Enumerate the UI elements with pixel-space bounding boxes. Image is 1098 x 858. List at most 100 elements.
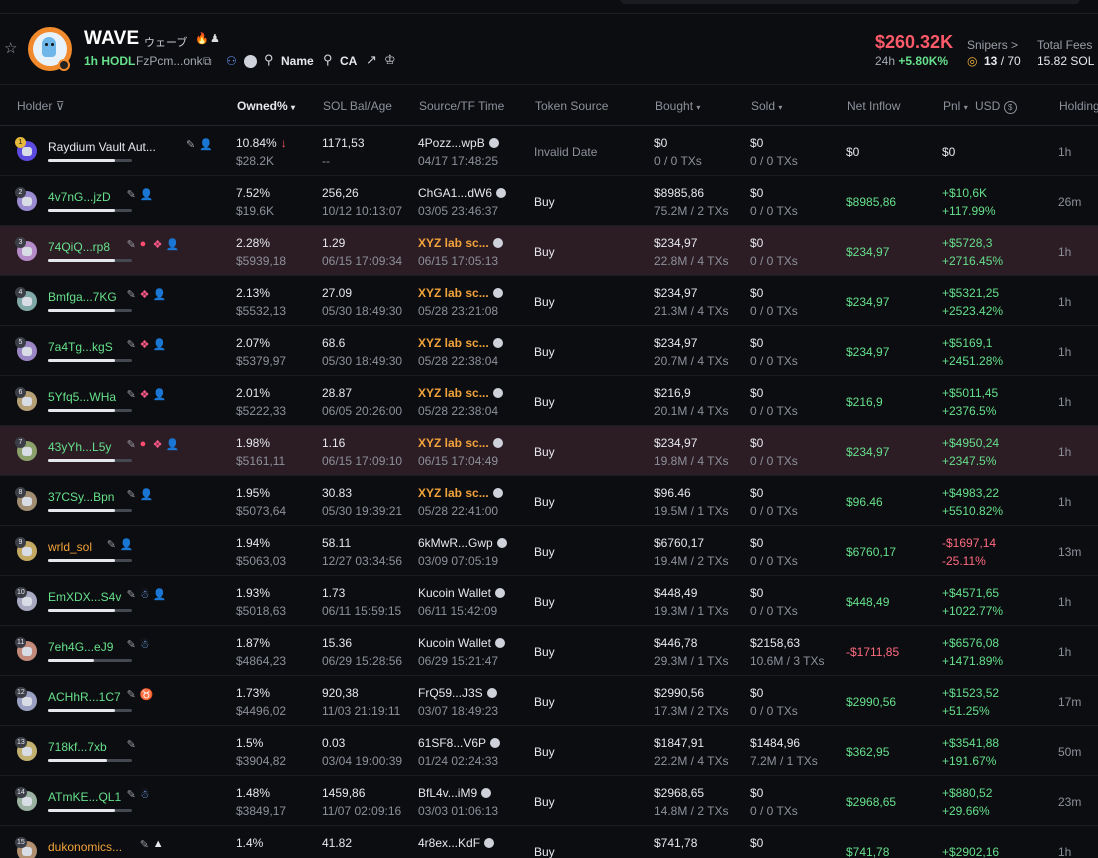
table-row[interactable]: 11 7eh4G...eJ9 ✎ ☃ 1.87% $4864,23 15.36 0…: [0, 626, 1098, 676]
holder-address[interactable]: 37CSy...Bpn: [48, 490, 114, 504]
bundle-icon[interactable]: ⚇: [226, 54, 237, 68]
table-row[interactable]: 12 ACHhR...1C7 ✎ ♉ 1.73% $4496,02 920,38 …: [0, 676, 1098, 726]
search-name-button[interactable]: Name: [281, 54, 314, 68]
solscan-icon[interactable]: [244, 55, 257, 68]
col-sol-bal[interactable]: SOL Bal/Age: [323, 99, 392, 113]
crown-icon[interactable]: ♔: [384, 52, 396, 68]
token-address[interactable]: FzPcm...onk: [136, 54, 203, 68]
holder-address[interactable]: 74QiQ...rp8: [48, 240, 110, 254]
user-icon[interactable]: 👤: [120, 538, 134, 551]
col-net-inflow[interactable]: Net Inflow: [847, 99, 900, 113]
edit-icon[interactable]: ✎: [127, 688, 136, 701]
copy-icon[interactable]: ⧉: [203, 54, 212, 69]
edit-icon[interactable]: ✎: [127, 488, 136, 501]
funding-source[interactable]: Kucoin Wallet: [418, 586, 505, 600]
holder-address[interactable]: 7a4Tg...kgS: [48, 340, 113, 354]
layers-icon[interactable]: ❖: [140, 288, 150, 301]
snipers-link[interactable]: Snipers >: [967, 38, 1018, 52]
table-row[interactable]: 5 7a4Tg...kgS ✎ ❖ 👤 2.07% $5379,97 68.6 05…: [0, 326, 1098, 376]
edit-icon[interactable]: ✎: [127, 238, 136, 251]
table-row[interactable]: 8 37CSy...Bpn ✎ 👤 1.95% $5073,64 30.83 05…: [0, 476, 1098, 526]
warning-icon[interactable]: ●: [140, 438, 147, 450]
usd-toggle[interactable]: USD $: [975, 99, 1017, 114]
user-icon[interactable]: 👤: [140, 188, 154, 201]
holder-address[interactable]: 4v7nG...jzD: [48, 190, 111, 204]
holder-address[interactable]: 5Yfq5...WHa: [48, 390, 116, 404]
funding-source[interactable]: ChGA1...dW6: [418, 186, 507, 200]
ghost-icon[interactable]: ☃: [140, 788, 150, 801]
holder-address[interactable]: 718kf...7xb: [48, 740, 107, 754]
edit-icon[interactable]: ✎: [127, 788, 136, 801]
col-sold[interactable]: Sold ▾: [751, 99, 782, 113]
holder-address[interactable]: Bmfga...7KG: [48, 290, 117, 304]
layers-icon[interactable]: ❖: [153, 438, 163, 451]
col-holder[interactable]: Holder ⊽: [17, 99, 65, 113]
col-source[interactable]: Source/TF Time: [419, 99, 504, 113]
table-row[interactable]: 4 Bmfga...7KG ✎ ❖ 👤 2.13% $5532,13 27.09 0…: [0, 276, 1098, 326]
edit-icon[interactable]: ✎: [127, 288, 136, 301]
ghost-icon[interactable]: ☃: [140, 588, 150, 601]
layers-icon[interactable]: ❖: [140, 388, 150, 401]
holder-address[interactable]: Raydium Vault Aut...: [48, 140, 156, 154]
funding-source[interactable]: 4Pozz...wpB: [418, 136, 499, 150]
col-owned[interactable]: Owned% ▾: [237, 99, 295, 113]
table-row[interactable]: 1 Raydium Vault Aut... ✎ 👤 10.84% ↓ $28.2K…: [0, 126, 1098, 176]
triangle-icon[interactable]: ▲: [153, 838, 164, 850]
col-holding[interactable]: Holding: [1059, 99, 1098, 113]
edit-icon[interactable]: ✎: [127, 188, 136, 201]
external-link-icon[interactable]: ↗: [366, 52, 377, 68]
edit-icon[interactable]: ✎: [186, 138, 195, 151]
search-ca-icon[interactable]: ⚲: [323, 52, 333, 68]
funding-source[interactable]: XYZ lab sc...: [418, 236, 503, 250]
funding-source[interactable]: BfL4v...iM9: [418, 786, 492, 800]
search-name-icon[interactable]: ⚲: [264, 52, 274, 68]
table-row[interactable]: 6 5Yfq5...WHa ✎ ❖ 👤 2.01% $5222,33 28.87 0…: [0, 376, 1098, 426]
edit-icon[interactable]: ✎: [127, 638, 136, 651]
table-row[interactable]: 3 74QiQ...rp8 ✎ ● ❖ 👤 2.28% $5939,18 1.29 0…: [0, 226, 1098, 276]
star-icon[interactable]: ☆: [4, 41, 20, 57]
holder-address[interactable]: EmXDX...S4v: [48, 590, 121, 604]
table-row[interactable]: 9 wrld_sol ✎ 👤 1.94% $5063,03 58.11 12/27…: [0, 526, 1098, 576]
table-row[interactable]: 2 4v7nG...jzD ✎ 👤 7.52% $19.6K 256,26 10/…: [0, 176, 1098, 226]
ghost-icon[interactable]: ☃: [140, 638, 150, 651]
table-row[interactable]: 7 43yYh...L5y ✎ ● ❖ 👤 1.98% $5161,11 1.16 0…: [0, 426, 1098, 476]
table-row[interactable]: 14 ATmKE...QL1 ✎ ☃ 1.48% $3849,17 1459,86…: [0, 776, 1098, 826]
edit-icon[interactable]: ✎: [107, 538, 116, 551]
holder-address[interactable]: ATmKE...QL1: [48, 790, 121, 804]
holder-address[interactable]: dukonomics...: [48, 840, 122, 854]
edit-icon[interactable]: ✎: [127, 588, 136, 601]
holder-address[interactable]: ACHhR...1C7: [48, 690, 121, 704]
holder-address[interactable]: 7eh4G...eJ9: [48, 640, 113, 654]
bull-icon[interactable]: ♉: [140, 688, 154, 701]
funding-source[interactable]: 4r8ex...KdF: [418, 836, 495, 850]
funding-source[interactable]: FrQ59...J3S: [418, 686, 497, 700]
col-bought[interactable]: Bought ▾: [655, 99, 700, 113]
funding-source[interactable]: XYZ lab sc...: [418, 386, 503, 400]
user-icon[interactable]: 👤: [166, 238, 180, 251]
user-icon[interactable]: 👤: [140, 488, 154, 501]
top-search-bar[interactable]: [620, 0, 1080, 4]
user-icon[interactable]: 👤: [153, 338, 167, 351]
warning-icon[interactable]: ●: [140, 238, 147, 250]
layers-icon[interactable]: ❖: [153, 238, 163, 251]
funding-source[interactable]: 6kMwR...Gwp: [418, 536, 507, 550]
user-icon[interactable]: 👤: [199, 138, 213, 151]
holder-address[interactable]: 43yYh...L5y: [48, 440, 111, 454]
col-pnl[interactable]: Pnl ▾: [943, 99, 968, 113]
funding-source[interactable]: 61SF8...V6P: [418, 736, 501, 750]
holder-address[interactable]: wrld_sol: [48, 540, 92, 554]
search-ca-button[interactable]: CA: [340, 54, 357, 68]
table-row[interactable]: 15 dukonomics... ✎ ▲ 1.4% 41.82 4r8ex...K…: [0, 826, 1098, 858]
user-icon[interactable]: 👤: [153, 588, 167, 601]
col-token-source[interactable]: Token Source: [535, 99, 608, 113]
funding-source[interactable]: XYZ lab sc...: [418, 286, 503, 300]
user-icon[interactable]: 👤: [153, 288, 167, 301]
edit-icon[interactable]: ✎: [127, 438, 136, 451]
funding-source[interactable]: XYZ lab sc...: [418, 436, 503, 450]
user-icon[interactable]: 👤: [153, 388, 167, 401]
funding-source[interactable]: Kucoin Wallet: [418, 636, 505, 650]
table-row[interactable]: 13 718kf...7xb ✎ 1.5% $3904,82 0.03 03/0…: [0, 726, 1098, 776]
funding-source[interactable]: XYZ lab sc...: [418, 486, 503, 500]
table-row[interactable]: 10 EmXDX...S4v ✎ ☃ 👤 1.93% $5018,63 1.73 0…: [0, 576, 1098, 626]
layers-icon[interactable]: ❖: [140, 338, 150, 351]
